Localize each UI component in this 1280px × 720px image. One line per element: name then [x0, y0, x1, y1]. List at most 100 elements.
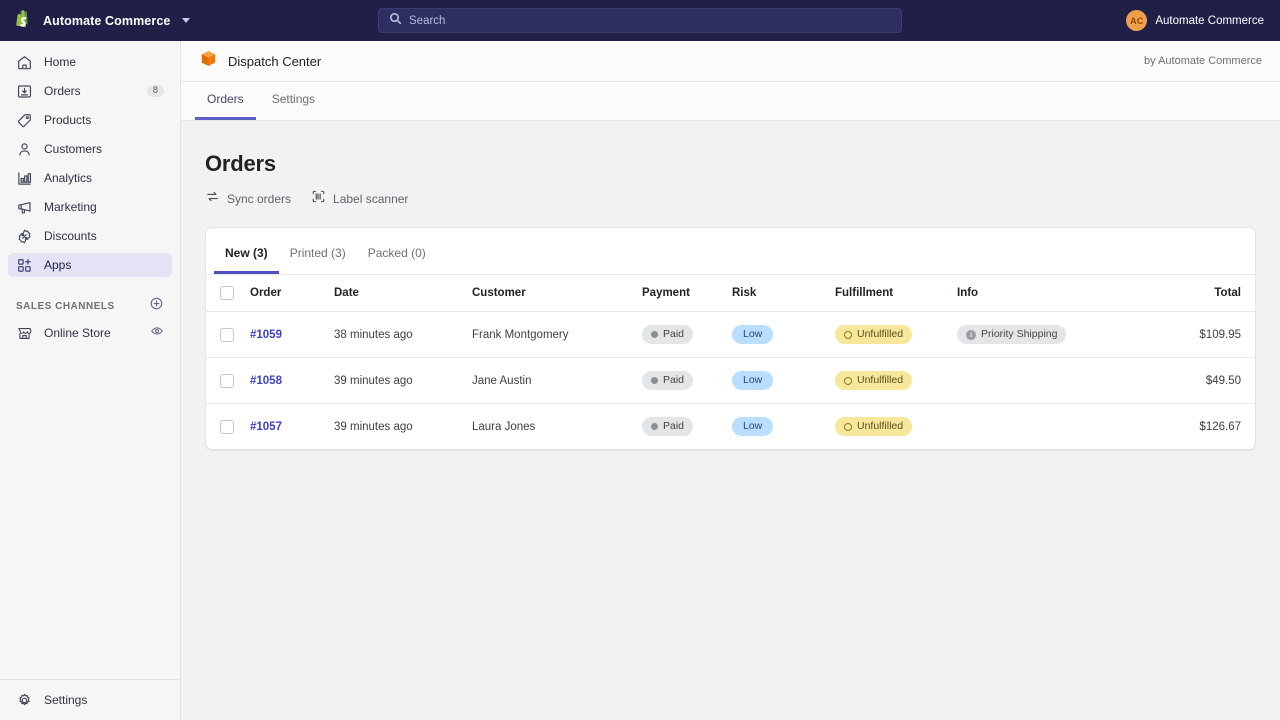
cell-info: i Priority Shipping: [957, 312, 1162, 358]
plus-circle-icon[interactable]: [149, 296, 164, 316]
order-link[interactable]: #1058: [250, 375, 282, 387]
column-total[interactable]: Total: [1162, 275, 1255, 312]
discounts-badge-icon: [16, 228, 33, 245]
select-all-cell: [206, 275, 250, 312]
payment-label: Paid: [663, 328, 684, 341]
package-box-icon: [199, 49, 218, 73]
row-select-cell: [206, 404, 250, 450]
app-byline: by Automate Commerce: [1144, 55, 1262, 67]
sidebar-item-online-store[interactable]: Online Store: [8, 321, 172, 345]
search-input[interactable]: [409, 15, 891, 27]
page-title: Dispatch Center: [228, 54, 321, 69]
info-label: Priority Shipping: [981, 328, 1057, 341]
column-risk[interactable]: Risk: [732, 275, 835, 312]
row-select-cell: [206, 312, 250, 358]
orders-heading: Orders: [205, 151, 1256, 177]
tab-packed[interactable]: Packed (0): [357, 246, 437, 274]
table-row[interactable]: #1058 39 minutes ago Jane Austin Paid: [206, 358, 1255, 404]
order-link[interactable]: #1059: [250, 329, 282, 341]
app-tab-bar: Orders Settings: [181, 82, 1280, 121]
status-badge: Paid: [642, 371, 693, 390]
table-row[interactable]: #1057 39 minutes ago Laura Jones Paid: [206, 404, 1255, 450]
sidebar-nav: Home Orders 8: [0, 41, 180, 345]
sync-arrows-icon: [205, 189, 220, 209]
status-badge: Paid: [642, 417, 693, 436]
table-row[interactable]: #1059 38 minutes ago Frank Montgomery Pa…: [206, 312, 1255, 358]
fulfillment-label: Unfulfilled: [857, 328, 903, 341]
payment-label: Paid: [663, 374, 684, 387]
column-customer[interactable]: Customer: [472, 275, 642, 312]
column-order[interactable]: Order: [250, 275, 334, 312]
sidebar-item-analytics[interactable]: Analytics: [8, 166, 172, 190]
cell-total: $109.95: [1162, 312, 1255, 358]
sidebar-item-discounts[interactable]: Discounts: [8, 224, 172, 248]
cell-payment: Paid: [642, 312, 732, 358]
column-info[interactable]: Info: [957, 275, 1162, 312]
chevron-down-icon: [182, 18, 190, 23]
orders-count-badge: 8: [147, 85, 164, 98]
cell-total: $126.67: [1162, 404, 1255, 450]
row-checkbox[interactable]: [220, 328, 234, 342]
sidebar-item-label: Products: [44, 113, 91, 127]
tab-new[interactable]: New (3): [214, 246, 279, 274]
cell-total: $49.50: [1162, 358, 1255, 404]
cell-fulfillment: Unfulfilled: [835, 404, 957, 450]
sidebar-item-marketing[interactable]: Marketing: [8, 195, 172, 219]
sidebar-item-label: Apps: [44, 258, 71, 272]
status-dot-icon: [651, 423, 658, 430]
label-scanner-button[interactable]: Label scanner: [311, 189, 408, 209]
cell-date: 38 minutes ago: [334, 312, 472, 358]
cell-customer: Frank Montgomery: [472, 312, 642, 358]
ring-icon: [844, 377, 852, 385]
eye-icon[interactable]: [150, 324, 164, 343]
sidebar-item-label: Home: [44, 55, 76, 69]
column-fulfillment[interactable]: Fulfillment: [835, 275, 957, 312]
cell-info: [957, 358, 1162, 404]
sidebar-item-apps[interactable]: Apps: [8, 253, 172, 277]
info-icon: i: [966, 330, 976, 340]
select-all-checkbox[interactable]: [220, 286, 234, 300]
sidebar-item-label: Customers: [44, 142, 102, 156]
orders-table: Order Date Customer Payment Risk Fulfill…: [206, 275, 1255, 449]
sidebar-item-products[interactable]: Products: [8, 108, 172, 132]
sidebar-item-customers[interactable]: Customers: [8, 137, 172, 161]
global-search[interactable]: [378, 8, 902, 33]
sidebar-item-label: Online Store: [44, 326, 111, 340]
column-date[interactable]: Date: [334, 275, 472, 312]
cell-info: [957, 404, 1162, 450]
cell-risk: Low: [732, 404, 835, 450]
shopify-bag-icon: [12, 9, 34, 33]
cell-order: #1059: [250, 312, 334, 358]
sync-orders-button[interactable]: Sync orders: [205, 189, 291, 209]
brand-name: Automate Commerce: [43, 14, 170, 28]
row-checkbox[interactable]: [220, 374, 234, 388]
sidebar-item-label: Analytics: [44, 171, 92, 185]
sidebar-item-settings[interactable]: Settings: [8, 688, 172, 712]
orders-page: Orders Sync orders: [181, 121, 1280, 450]
cell-order: #1058: [250, 358, 334, 404]
sidebar-item-home[interactable]: Home: [8, 50, 172, 74]
apps-grid-icon: [16, 257, 33, 274]
cell-order: #1057: [250, 404, 334, 450]
risk-badge: Low: [732, 417, 773, 436]
home-icon: [16, 54, 33, 71]
column-payment[interactable]: Payment: [642, 275, 732, 312]
user-menu[interactable]: AC Automate Commerce: [1120, 0, 1270, 41]
cell-date: 39 minutes ago: [334, 358, 472, 404]
orders-card: New (3) Printed (3) Packed (0) Order Dat…: [205, 227, 1256, 450]
cell-date: 39 minutes ago: [334, 404, 472, 450]
cell-risk: Low: [732, 312, 835, 358]
tab-printed[interactable]: Printed (3): [279, 246, 357, 274]
store-switcher[interactable]: Automate Commerce: [0, 9, 180, 33]
tab-orders[interactable]: Orders: [195, 92, 256, 120]
sidebar-footer: Settings: [0, 679, 180, 720]
row-checkbox[interactable]: [220, 420, 234, 434]
cell-payment: Paid: [642, 358, 732, 404]
tab-settings[interactable]: Settings: [260, 92, 327, 120]
sales-channels-title: SALES CHANNELS: [16, 301, 115, 312]
sidebar-item-orders[interactable]: Orders 8: [8, 79, 172, 103]
payment-label: Paid: [663, 420, 684, 433]
risk-badge: Low: [732, 325, 773, 344]
order-link[interactable]: #1057: [250, 421, 282, 433]
info-badge: i Priority Shipping: [957, 325, 1066, 344]
